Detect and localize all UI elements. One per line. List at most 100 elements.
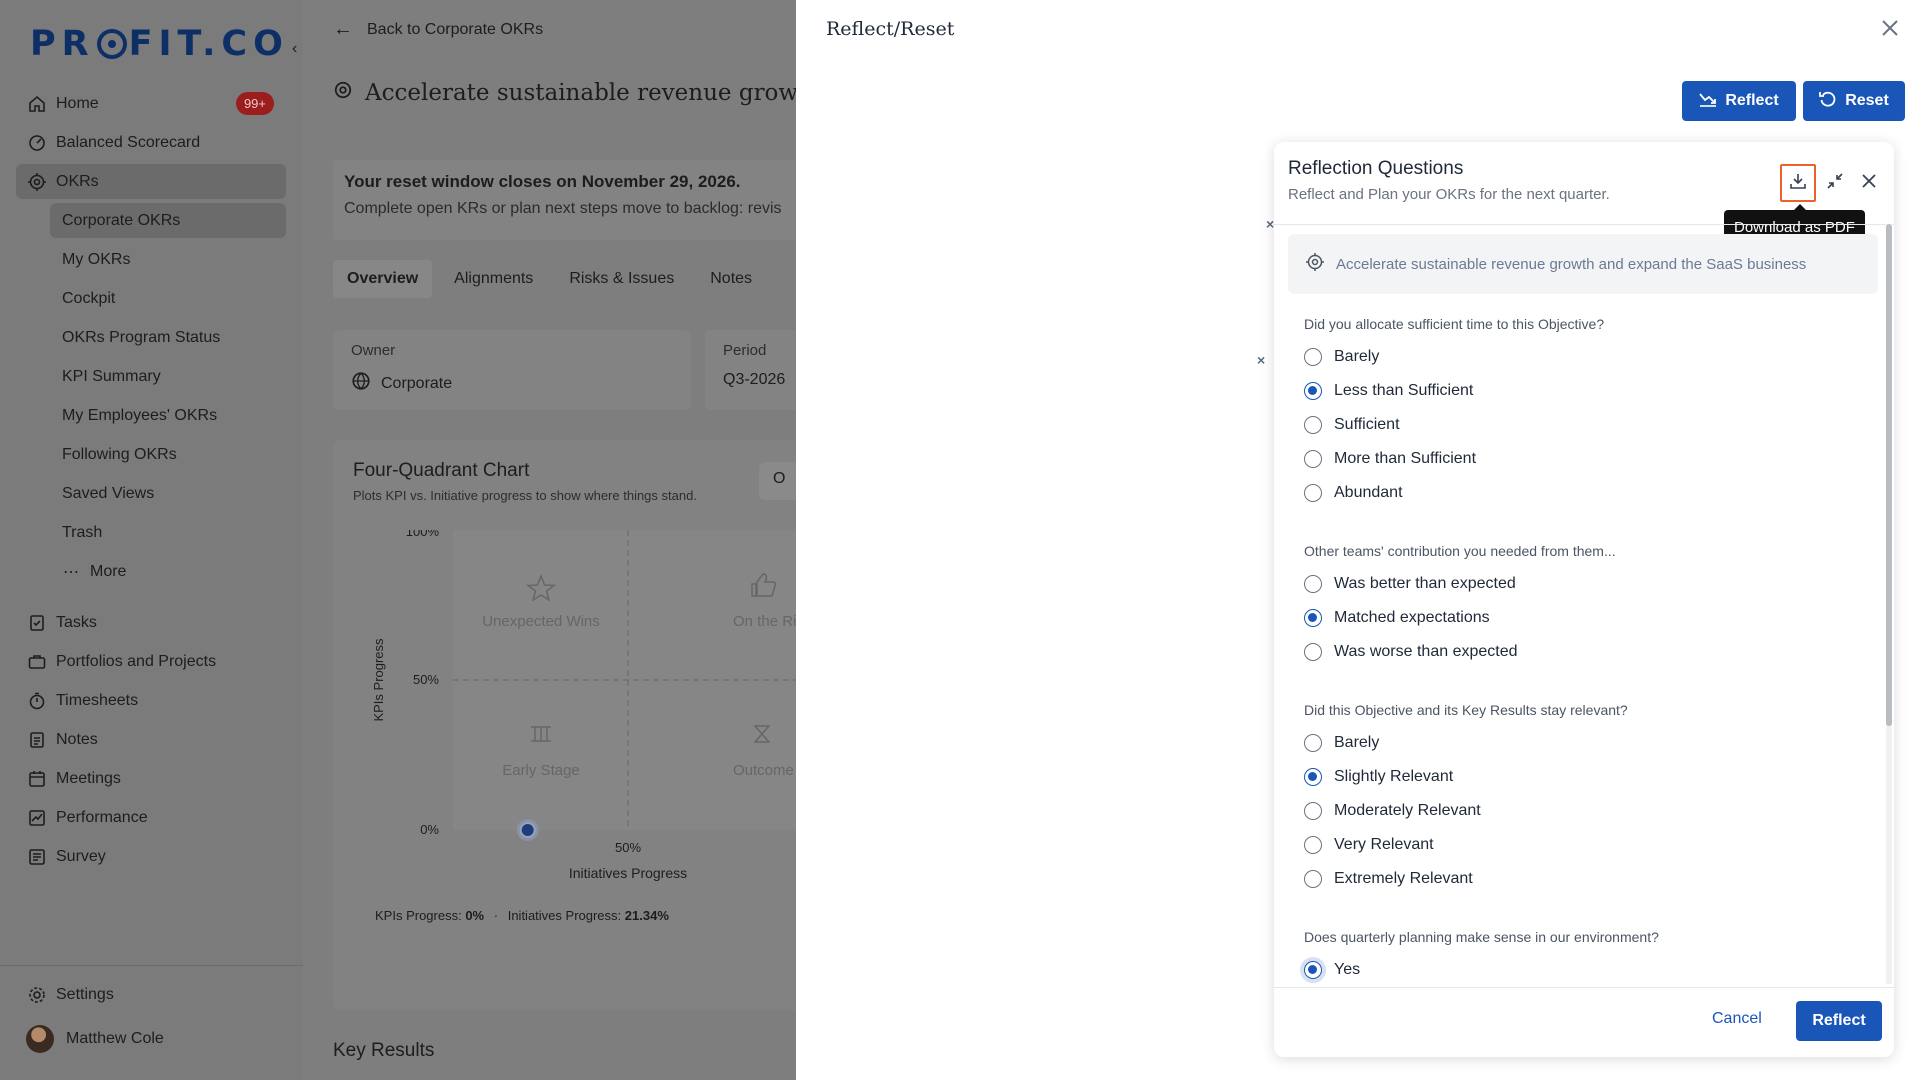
sidebar-item-home[interactable]: Home 99+: [16, 86, 286, 121]
sidebar-item-balanced-scorecard[interactable]: Balanced Scorecard: [16, 125, 286, 160]
radio-option-less-than-sufficient[interactable]: Less than Sufficient: [1304, 374, 1864, 408]
radio-option-barely[interactable]: Barely: [1304, 340, 1864, 374]
back-to-corporate-okrs-link[interactable]: ← Back to Corporate OKRs: [333, 18, 543, 41]
more-dots-icon: ⋯: [63, 563, 79, 581]
sidebar-item-saved-views[interactable]: Saved Views: [50, 476, 286, 511]
data-point[interactable]: [519, 822, 536, 838]
radio-option-barely[interactable]: Barely: [1304, 726, 1864, 760]
user-profile[interactable]: Matthew Cole: [26, 1025, 164, 1053]
profit-co-logo[interactable]: PR FIT.CO: [30, 24, 289, 64]
panel-actions: [1780, 164, 1884, 202]
sidebar-item-following-okrs[interactable]: Following OKRs: [50, 437, 286, 472]
performance-chart-icon: [28, 809, 46, 827]
sidebar-item-survey[interactable]: Survey: [16, 839, 286, 874]
sidebar-item-label: KPI Summary: [62, 367, 161, 385]
panel-close-button[interactable]: [1854, 164, 1884, 202]
radio-button[interactable]: [1304, 870, 1322, 888]
radio-option-yes[interactable]: Yes: [1304, 953, 1864, 987]
objective-title-text: Accelerate sustainable revenue growth a: [365, 80, 796, 106]
radio-button[interactable]: [1304, 836, 1322, 854]
radio-button-selected[interactable]: [1304, 961, 1322, 979]
cancel-button[interactable]: Cancel: [1712, 1010, 1762, 1028]
sidebar-item-my-employees-okrs[interactable]: My Employees' OKRs: [50, 398, 286, 433]
sidebar-item-tasks[interactable]: Tasks: [16, 605, 286, 640]
initiatives-progress-value: 21.34%: [624, 908, 669, 923]
radio-button-selected[interactable]: [1304, 768, 1322, 786]
period-value: Q3-2026: [723, 371, 786, 388]
tab-alignments[interactable]: Alignments: [440, 260, 547, 298]
collapse-sidebar-icon[interactable]: ‹: [292, 40, 297, 58]
sidebar-item-label: Home: [56, 94, 99, 112]
radio-option-very-relevant[interactable]: Very Relevant: [1304, 828, 1864, 862]
reflect-button[interactable]: Reflect: [1682, 81, 1796, 121]
radio-option-slightly-relevant[interactable]: Slightly Relevant: [1304, 760, 1864, 794]
sidebar-item-meetings[interactable]: Meetings: [16, 761, 286, 796]
radio-option-better-than-expected[interactable]: Was better than expected: [1304, 567, 1864, 601]
drawer-close-icon[interactable]: [1878, 16, 1902, 40]
sidebar-item-label: Settings: [56, 986, 114, 1003]
sidebar-item-performance[interactable]: Performance: [16, 800, 286, 835]
sidebar-item-cockpit[interactable]: Cockpit: [50, 281, 286, 316]
tab-overview[interactable]: Overview: [333, 260, 433, 298]
sidebar-item-kpi-summary[interactable]: KPI Summary: [50, 359, 286, 394]
radio-button[interactable]: [1304, 802, 1322, 820]
sidebar-item-portfolios-and-projects[interactable]: Portfolios and Projects: [16, 644, 286, 679]
key-results-heading: Key Results: [333, 1040, 435, 1061]
sidebar-item-my-okrs[interactable]: My OKRs: [50, 242, 286, 277]
okrs-submenu: Corporate OKRs My OKRs Cockpit OKRs Prog…: [50, 203, 286, 589]
sidebar-item-corporate-okrs[interactable]: Corporate OKRs: [50, 203, 286, 238]
option-label: Sufficient: [1334, 416, 1400, 433]
tab-risks-issues[interactable]: Risks & Issues: [555, 260, 688, 298]
sidebar-item-more[interactable]: ⋯ More: [50, 554, 286, 589]
y-tick-0: 0%: [420, 822, 439, 837]
chart-options-button[interactable]: O: [759, 462, 796, 500]
question-team-contribution: Other teams' contribution you needed fro…: [1304, 543, 1864, 669]
reset-button-label: Reset: [1845, 92, 1889, 109]
owner-card: Owner Corporate: [333, 330, 691, 410]
radio-button[interactable]: [1304, 416, 1322, 434]
download-pdf-button[interactable]: [1780, 164, 1816, 202]
radio-option-more-than-sufficient[interactable]: More than Sufficient: [1304, 442, 1864, 476]
panel-subtitle: Reflect and Plan your OKRs for the next …: [1288, 186, 1610, 203]
reset-button[interactable]: Reset: [1803, 81, 1905, 121]
radio-button-selected[interactable]: [1304, 609, 1322, 627]
sidebar-item-timesheets[interactable]: Timesheets: [16, 683, 286, 718]
sidebar-item-settings[interactable]: Settings: [28, 986, 114, 1004]
radio-button-selected[interactable]: [1304, 382, 1322, 400]
points-layer: [516, 819, 539, 841]
radio-button[interactable]: [1304, 575, 1322, 593]
timer-icon: [28, 692, 46, 710]
sidebar: PR FIT.CO ‹ Home 99+ Balanced Scorecard O…: [0, 0, 303, 1080]
radio-button[interactable]: [1304, 484, 1322, 502]
sidebar-item-notes[interactable]: Notes: [16, 722, 286, 757]
minimize-button[interactable]: [1824, 164, 1846, 202]
radio-option-worse-than-expected[interactable]: Was worse than expected: [1304, 635, 1864, 669]
scrollbar-thumb[interactable]: [1886, 224, 1892, 726]
quadrant-label-unexpected-wins: Unexpected Wins: [482, 613, 600, 630]
sidebar-item-label: My Employees' OKRs: [62, 406, 218, 424]
period-label: Period: [723, 342, 767, 359]
quadrant-label-on-the-right: On the Right: [733, 613, 796, 630]
radio-option-abundant[interactable]: Abundant: [1304, 476, 1864, 510]
dismiss-marker-icon[interactable]: ×: [1257, 352, 1265, 368]
question-label: Did this Objective and its Key Results s…: [1304, 702, 1628, 718]
radio-option-extremely-relevant[interactable]: Extremely Relevant: [1304, 862, 1864, 896]
radio-button[interactable]: [1304, 450, 1322, 468]
main-inner: ← Back to Corporate OKRs Accelerate sust…: [303, 0, 796, 1080]
tab-notes[interactable]: Notes: [696, 260, 766, 298]
dismiss-marker-icon[interactable]: ×: [1266, 216, 1274, 232]
panel-title: Reflection Questions: [1288, 158, 1464, 179]
question-quarterly-planning: Does quarterly planning make sense in ou…: [1304, 929, 1864, 987]
radio-option-matched-expectations[interactable]: Matched expectations: [1304, 601, 1864, 635]
radio-button[interactable]: [1304, 348, 1322, 366]
radio-option-moderately-relevant[interactable]: Moderately Relevant: [1304, 794, 1864, 828]
sidebar-item-trash[interactable]: Trash: [50, 515, 286, 550]
avatar: [26, 1025, 54, 1053]
submit-reflect-button[interactable]: Reflect: [1796, 1001, 1882, 1041]
radio-button[interactable]: [1304, 734, 1322, 752]
sidebar-item-okrs[interactable]: OKRs: [16, 164, 286, 199]
reflect-reset-drawer: Reflect/Reset Reflect Reset × × Reflecti…: [796, 0, 1920, 1080]
sidebar-item-okrs-program-status[interactable]: OKRs Program Status: [50, 320, 286, 355]
radio-option-sufficient[interactable]: Sufficient: [1304, 408, 1864, 442]
radio-button[interactable]: [1304, 643, 1322, 661]
